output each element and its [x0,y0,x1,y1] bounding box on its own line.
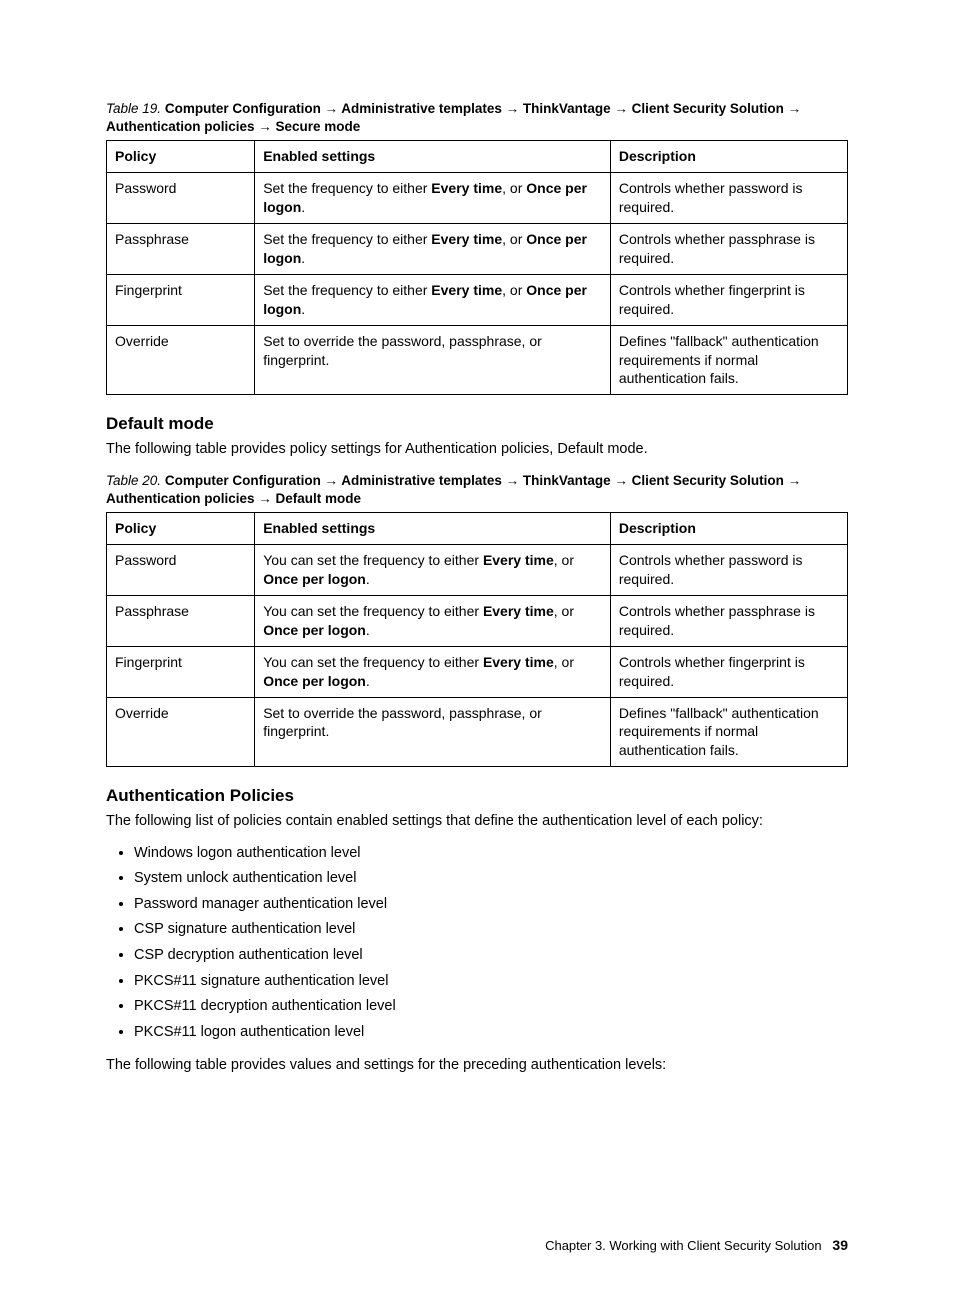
table20-caption-path: Computer Configuration → Administrative … [106,473,801,506]
table-row: Override Set to override the password, p… [107,697,848,767]
cell-settings: Set the frequency to either Every time, … [255,173,611,224]
list-item: CSP decryption authentication level [134,946,848,966]
cell-desc: Controls whether fingerprint is required… [610,646,847,697]
page-footer: Chapter 3. Working with Client Security … [106,1236,848,1255]
table19-caption-prefix: Table 19. [106,101,161,116]
list-item: PKCS#11 signature authentication level [134,972,848,992]
table20-caption-prefix: Table 20. [106,473,161,488]
table-row: Fingerprint Set the frequency to either … [107,274,848,325]
th-settings: Enabled settings [255,141,611,173]
cell-policy: Passphrase [107,224,255,275]
heading-default-mode: Default mode [106,413,848,436]
cell-desc: Controls whether password is required. [610,173,847,224]
cell-policy: Fingerprint [107,646,255,697]
th-settings: Enabled settings [255,513,611,545]
cell-desc: Controls whether passphrase is required. [610,595,847,646]
cell-settings: Set the frequency to either Every time, … [255,224,611,275]
cell-desc: Defines "fallback" authentication requir… [610,697,847,767]
table-row: Password You can set the frequency to ei… [107,545,848,596]
cell-desc: Defines "fallback" authentication requir… [610,325,847,395]
table-row: Password Set the frequency to either Eve… [107,173,848,224]
cell-policy: Password [107,545,255,596]
table20: Policy Enabled settings Description Pass… [106,512,848,767]
list-item: System unlock authentication level [134,869,848,889]
list-item: PKCS#11 decryption authentication level [134,997,848,1017]
list-item: Windows logon authentication level [134,844,848,864]
cell-settings: Set the frequency to either Every time, … [255,274,611,325]
th-policy: Policy [107,513,255,545]
auth-policies-list: Windows logon authentication level Syste… [106,844,848,1043]
list-item: CSP signature authentication level [134,920,848,940]
table19: Policy Enabled settings Description Pass… [106,140,848,395]
th-description: Description [610,513,847,545]
table-row: Passphrase You can set the frequency to … [107,595,848,646]
table-row: Fingerprint You can set the frequency to… [107,646,848,697]
footer-chapter: Chapter 3. Working with Client Security … [545,1238,822,1253]
cell-policy: Override [107,697,255,767]
cell-settings: You can set the frequency to either Ever… [255,646,611,697]
default-mode-intro: The following table provides policy sett… [106,440,848,460]
cell-policy: Override [107,325,255,395]
cell-desc: Controls whether fingerprint is required… [610,274,847,325]
cell-policy: Passphrase [107,595,255,646]
table19-caption-path: Computer Configuration → Administrative … [106,101,801,134]
cell-settings: You can set the frequency to either Ever… [255,545,611,596]
cell-settings: Set to override the password, passphrase… [255,697,611,767]
auth-policies-outro: The following table provides values and … [106,1056,848,1076]
th-policy: Policy [107,141,255,173]
auth-policies-intro: The following list of policies contain e… [106,812,848,832]
table20-caption: Table 20. Computer Configuration → Admin… [106,472,848,508]
table-header-row: Policy Enabled settings Description [107,141,848,173]
table-header-row: Policy Enabled settings Description [107,513,848,545]
cell-desc: Controls whether passphrase is required. [610,224,847,275]
footer-page-number: 39 [832,1237,848,1253]
table-row: Override Set to override the password, p… [107,325,848,395]
cell-policy: Password [107,173,255,224]
table-row: Passphrase Set the frequency to either E… [107,224,848,275]
th-description: Description [610,141,847,173]
cell-settings: You can set the frequency to either Ever… [255,595,611,646]
table19-caption: Table 19. Computer Configuration → Admin… [106,100,848,136]
list-item: PKCS#11 logon authentication level [134,1023,848,1043]
heading-auth-policies: Authentication Policies [106,785,848,808]
cell-settings: Set to override the password, passphrase… [255,325,611,395]
cell-desc: Controls whether password is required. [610,545,847,596]
cell-policy: Fingerprint [107,274,255,325]
list-item: Password manager authentication level [134,895,848,915]
